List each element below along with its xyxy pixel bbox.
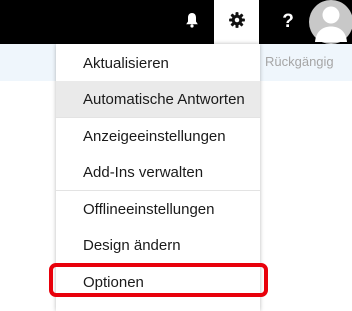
- menu-item-anzeigeeinstellungen[interactable]: Anzeigeeinstellungen: [56, 118, 260, 154]
- menu-item-add-ins-verwalten[interactable]: Add-Ins verwalten: [56, 154, 260, 190]
- menu-item-aktualisieren[interactable]: Aktualisieren: [56, 45, 260, 81]
- settings-button[interactable]: [214, 0, 259, 44]
- menu-item-offlineeinstellungen[interactable]: Offlineeinstellungen: [56, 191, 260, 227]
- menu-item-automatische-antworten[interactable]: Automatische Antworten: [56, 81, 260, 117]
- person-icon: [309, 0, 352, 44]
- menu-item-design-aendern[interactable]: Design ändern: [56, 227, 260, 263]
- undo-button[interactable]: Rückgängig: [265, 54, 334, 69]
- bell-icon: [185, 12, 199, 33]
- help-icon: ?: [282, 11, 294, 32]
- gear-icon: [228, 11, 246, 34]
- help-button[interactable]: ?: [266, 0, 310, 44]
- notifications-button[interactable]: [170, 0, 214, 44]
- profile-avatar[interactable]: [309, 0, 352, 44]
- highlight-box: [49, 263, 268, 297]
- top-navigation-bar: ?: [0, 0, 352, 44]
